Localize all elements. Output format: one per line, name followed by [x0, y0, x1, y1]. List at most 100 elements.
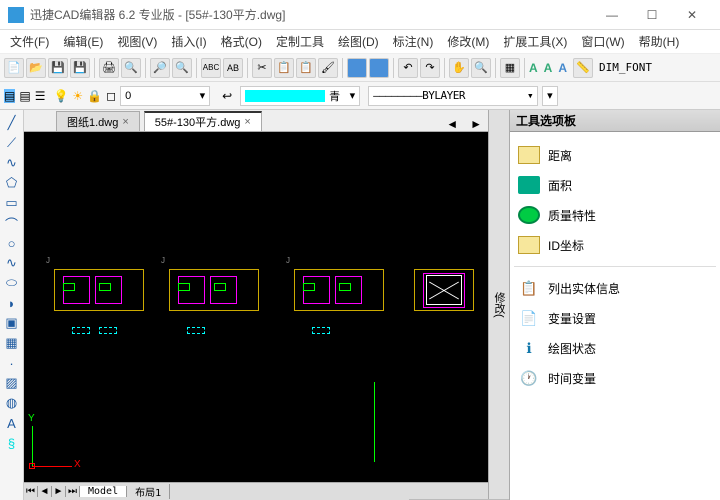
- ruler-icon: [518, 146, 540, 164]
- text-a2-icon[interactable]: A: [544, 61, 553, 75]
- layer2-icon[interactable]: ▤: [19, 89, 30, 103]
- tab-1[interactable]: 图纸1.dwg×: [56, 111, 140, 131]
- layer3-icon[interactable]: ☰: [35, 89, 46, 103]
- menu-draw[interactable]: 绘图(D): [332, 31, 385, 52]
- tab-2[interactable]: 55#-130平方.dwg×: [144, 111, 262, 131]
- sun-icon[interactable]: ☀: [72, 89, 83, 103]
- region-icon[interactable]: ◍: [3, 394, 21, 412]
- lock-icon[interactable]: 🔒: [87, 89, 102, 103]
- open-icon[interactable]: 📂: [26, 58, 46, 78]
- paste-icon[interactable]: 📋: [296, 58, 316, 78]
- bulb-icon[interactable]: 💡: [53, 89, 68, 103]
- layer1-icon[interactable]: ▤: [4, 89, 15, 103]
- palette-distance[interactable]: 距离: [514, 140, 716, 170]
- redo-icon[interactable]: ↷: [420, 58, 440, 78]
- cut-icon[interactable]: ✂: [252, 58, 272, 78]
- layout-next-icon[interactable]: ►: [52, 486, 66, 497]
- save-icon[interactable]: 💾: [48, 58, 68, 78]
- clock-icon: 🕐: [518, 369, 540, 387]
- palette-status[interactable]: ℹ绘图状态: [514, 333, 716, 363]
- font-combo[interactable]: DIM_FONT: [599, 61, 652, 74]
- earc-icon[interactable]: ◗: [3, 294, 21, 312]
- saveall-icon[interactable]: 💾: [70, 58, 90, 78]
- lineweight-combo[interactable]: ▾: [542, 86, 558, 106]
- separator: [94, 58, 95, 78]
- menu-custom[interactable]: 定制工具: [270, 31, 330, 52]
- menu-insert[interactable]: 插入(I): [165, 31, 212, 52]
- preview-icon[interactable]: 🔍: [121, 58, 141, 78]
- ruler-icon: [518, 236, 540, 254]
- menu-format[interactable]: 格式(O): [215, 31, 268, 52]
- menu-dim[interactable]: 标注(N): [387, 31, 440, 52]
- menu-view[interactable]: 视图(V): [111, 31, 163, 52]
- spell-icon[interactable]: ABC: [201, 58, 221, 78]
- layout-model[interactable]: Model: [80, 486, 127, 497]
- palette-time[interactable]: 🕐时间变量: [514, 363, 716, 393]
- prop-icon[interactable]: [347, 58, 367, 78]
- block-icon[interactable]: ▣: [3, 314, 21, 332]
- menu-modify[interactable]: 修改(M): [441, 31, 495, 52]
- prop2-icon[interactable]: [369, 58, 389, 78]
- menu-help[interactable]: 帮助(H): [633, 31, 686, 52]
- palette-mass[interactable]: 质量特性: [514, 200, 716, 230]
- point-icon[interactable]: ·: [3, 354, 21, 372]
- ruler-icon[interactable]: 📏: [573, 58, 593, 78]
- find-icon[interactable]: 🔎: [150, 58, 170, 78]
- sidetab-modify[interactable]: 修改(: [489, 110, 509, 500]
- minimize-button[interactable]: —: [592, 1, 632, 29]
- layerprev-icon[interactable]: ↩: [222, 89, 232, 103]
- zoomw-icon[interactable]: 🔍: [471, 58, 491, 78]
- color-combo[interactable]: 青▾: [240, 86, 360, 106]
- square-icon[interactable]: ◻: [106, 89, 116, 103]
- ab-icon[interactable]: AB: [223, 58, 243, 78]
- pan-icon[interactable]: ✋: [449, 58, 469, 78]
- ellipse-icon[interactable]: ⬭: [3, 274, 21, 292]
- menu-edit[interactable]: 编辑(E): [57, 31, 109, 52]
- line-icon[interactable]: ╱: [3, 114, 21, 132]
- separator: [196, 58, 197, 78]
- close-tab-icon[interactable]: ×: [244, 116, 250, 128]
- text-a-icon[interactable]: A: [529, 61, 538, 75]
- hatch-icon[interactable]: ▨: [3, 374, 21, 392]
- divider: [514, 266, 716, 267]
- new-icon[interactable]: 📄: [4, 58, 24, 78]
- palette-area[interactable]: 面积: [514, 170, 716, 200]
- properties-bar: ▤ ▤ ☰ 💡 ☀ 🔒 ◻ 0▾ ↩ 青▾ ———————— BYLAYER▾ …: [0, 82, 720, 110]
- layout-prev-icon[interactable]: ◄: [38, 486, 52, 497]
- pline-icon[interactable]: ∿: [3, 154, 21, 172]
- linetype-combo[interactable]: ———————— BYLAYER▾: [368, 86, 538, 106]
- close-tab-icon[interactable]: ×: [122, 116, 128, 128]
- palette-list[interactable]: 📋列出实体信息: [514, 273, 716, 303]
- layout-1[interactable]: 布局1: [127, 484, 170, 499]
- area-icon: [518, 176, 540, 194]
- menu-ext[interactable]: 扩展工具(X): [497, 31, 573, 52]
- copy-icon[interactable]: 📋: [274, 58, 294, 78]
- undo-icon[interactable]: ↶: [398, 58, 418, 78]
- palette-setvar[interactable]: 📄变量设置: [514, 303, 716, 333]
- menu-file[interactable]: 文件(F): [4, 31, 55, 52]
- tool1-icon[interactable]: ▦: [500, 58, 520, 78]
- menu-window[interactable]: 窗口(W): [575, 31, 630, 52]
- close-button[interactable]: ✕: [672, 1, 712, 29]
- zoom-icon[interactable]: 🔍: [172, 58, 192, 78]
- layout-last-icon[interactable]: ⏭: [66, 486, 80, 497]
- text-icon[interactable]: A: [3, 414, 21, 432]
- rect-icon[interactable]: ▭: [3, 194, 21, 212]
- print-icon[interactable]: 🖨: [99, 58, 119, 78]
- xline-icon[interactable]: ⟋: [3, 134, 21, 152]
- separator: [495, 58, 496, 78]
- helix-icon[interactable]: §: [3, 434, 21, 452]
- block2-icon[interactable]: ▦: [3, 334, 21, 352]
- palette-id[interactable]: ID坐标: [514, 230, 716, 260]
- layout-first-icon[interactable]: ⏮: [24, 486, 38, 497]
- match-icon[interactable]: 🖌: [318, 58, 338, 78]
- maximize-button[interactable]: ☐: [632, 1, 672, 29]
- circle-icon[interactable]: ○: [3, 234, 21, 252]
- arc-icon[interactable]: ⌒: [3, 214, 21, 232]
- app-logo-icon: [8, 7, 24, 23]
- text-a3-icon[interactable]: A: [558, 61, 567, 75]
- polygon-icon[interactable]: ⬠: [3, 174, 21, 192]
- model-canvas[interactable]: J J J: [24, 132, 488, 482]
- spline-icon[interactable]: ∿: [3, 254, 21, 272]
- layer-combo[interactable]: 0▾: [120, 86, 210, 106]
